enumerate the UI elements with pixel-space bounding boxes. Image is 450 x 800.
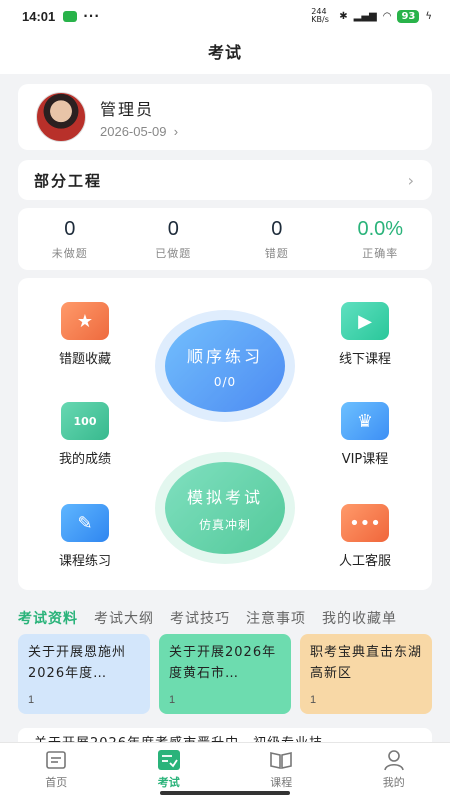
bluetooth-icon: ✱ [339, 10, 348, 22]
stat-value: 0 [271, 217, 283, 240]
charging-icon: ϟ [425, 10, 432, 22]
grid-label: 错题收藏 [58, 352, 111, 367]
wifi-icon: ◠ [382, 10, 392, 22]
stat-label: 未做题 [51, 246, 88, 260]
stat-done[interactable]: 0 已做题 [122, 208, 226, 270]
news-card[interactable]: 关于开展恩施州2026年度… 1 [18, 634, 150, 714]
stat-value: 0.0% [357, 217, 404, 240]
news-card-count: 1 [28, 694, 36, 706]
user-icon [382, 749, 406, 771]
wechat-icon [63, 10, 78, 22]
score-sheet-icon: 100 [61, 402, 109, 440]
grid-label: 人工客服 [338, 554, 391, 569]
nav-label: 考试 [157, 776, 180, 789]
customer-service-button[interactable]: ••• 人工客服 [320, 504, 410, 569]
grid-label: 线下课程 [338, 352, 391, 367]
chevron-right-icon: › [407, 170, 416, 190]
tab-notes[interactable]: 注意事项 [246, 608, 306, 628]
tab-exam-outline[interactable]: 考试大纲 [94, 608, 154, 628]
stat-label: 正确率 [362, 246, 399, 260]
page-title: 考试 [0, 32, 450, 74]
crown-icon: ♛ [341, 402, 389, 440]
news-card[interactable]: 职考宝典直击东湖高新区 1 [300, 634, 432, 714]
grid-label: 课程练习 [58, 554, 111, 569]
tab-exam-tips[interactable]: 考试技巧 [170, 608, 230, 628]
network-speed: 244 KB/s [311, 7, 329, 24]
profile-date-row[interactable]: 2026-05-09 › [100, 124, 178, 139]
avatar[interactable] [36, 92, 86, 142]
department-label: 部分工程 [34, 171, 103, 190]
stat-label: 已做题 [155, 246, 192, 260]
sequential-practice-button[interactable]: 顺序练习 0/0 [155, 310, 295, 422]
sequential-title: 顺序练习 [186, 347, 263, 366]
news-card-title: 关于开展恩施州2026年度… [28, 645, 127, 681]
tab-exam-materials[interactable]: 考试资料 [18, 608, 78, 628]
stats-card: 0 未做题 0 已做题 0 错题 0.0% 正确率 [18, 208, 432, 270]
sequential-progress: 0/0 [213, 375, 237, 389]
news-card-title: 职考宝典直击东湖高新区 [310, 645, 422, 681]
department-row[interactable]: 部分工程 › [18, 160, 432, 200]
profile-card[interactable]: 管理员 2026-05-09 › [18, 84, 432, 150]
offline-course-button[interactable]: ▶ 线下课程 [320, 302, 410, 367]
nav-mine[interactable]: 我的 [338, 743, 450, 800]
stat-wrong[interactable]: 0 错题 [225, 208, 329, 270]
mock-title: 模拟考试 [186, 487, 263, 507]
news-card-count: 1 [310, 694, 318, 706]
my-scores-button[interactable]: 100 我的成绩 [40, 402, 130, 467]
home-indicator[interactable] [160, 791, 290, 795]
profile-name: 管理员 [100, 99, 155, 119]
stat-value: 0 [64, 217, 76, 240]
nav-label: 我的 [382, 776, 405, 789]
chat-bubble-icon: ••• [341, 504, 389, 542]
grid-label: VIP课程 [341, 452, 389, 467]
book-icon [269, 749, 293, 771]
chevron-right-icon: › [170, 123, 179, 139]
vip-course-button[interactable]: ♛ VIP课程 [320, 402, 410, 467]
wrong-favorites-button[interactable]: ★ 错题收藏 [40, 302, 130, 367]
nav-label: 首页 [45, 776, 68, 789]
grid-label: 我的成绩 [58, 452, 111, 467]
nav-label: 课程 [270, 776, 293, 789]
news-card[interactable]: 关于开展2026年度黄石市… 1 [159, 634, 291, 714]
stat-accuracy: 0.0% 正确率 [329, 208, 433, 270]
course-practice-button[interactable]: ✎ 课程练习 [40, 504, 130, 569]
news-card-count: 1 [169, 694, 177, 706]
stat-label: 错题 [264, 246, 289, 260]
status-time: 14:01 [22, 8, 56, 24]
signal-icon: ▂▄▆ [353, 10, 377, 22]
more-notifications-icon: ··· [83, 9, 100, 23]
star-icon: ★ [61, 302, 109, 340]
status-bar: 14:01 ··· 244 KB/s ✱ ▂▄▆ ◠ 93 ϟ [0, 0, 450, 32]
edit-icon: ✎ [61, 504, 109, 542]
nav-home[interactable]: 首页 [0, 743, 113, 800]
material-tabs: 考试资料 考试大纲 考试技巧 注意事项 我的收藏单 [18, 608, 450, 628]
mock-exam-button[interactable]: 模拟考试 仿真冲刺 [155, 452, 295, 564]
function-grid: ★ 错题收藏 ▶ 线下课程 100 我的成绩 ♛ VIP课程 ✎ 课程练习 ••… [18, 278, 432, 590]
video-play-icon: ▶ [341, 302, 389, 340]
news-card-title: 关于开展2026年度黄石市… [169, 645, 277, 681]
stat-undone[interactable]: 0 未做题 [18, 208, 122, 270]
mock-subtitle: 仿真冲刺 [198, 517, 251, 532]
status-indicators: 244 KB/s ✱ ▂▄▆ ◠ 93 ϟ [311, 8, 432, 24]
stat-value: 0 [167, 217, 179, 240]
battery-level: 93 [397, 9, 420, 23]
exam-icon [157, 749, 181, 771]
tab-my-favorites[interactable]: 我的收藏单 [322, 608, 397, 628]
profile-date: 2026-05-09 [100, 123, 167, 139]
home-icon [44, 749, 68, 771]
